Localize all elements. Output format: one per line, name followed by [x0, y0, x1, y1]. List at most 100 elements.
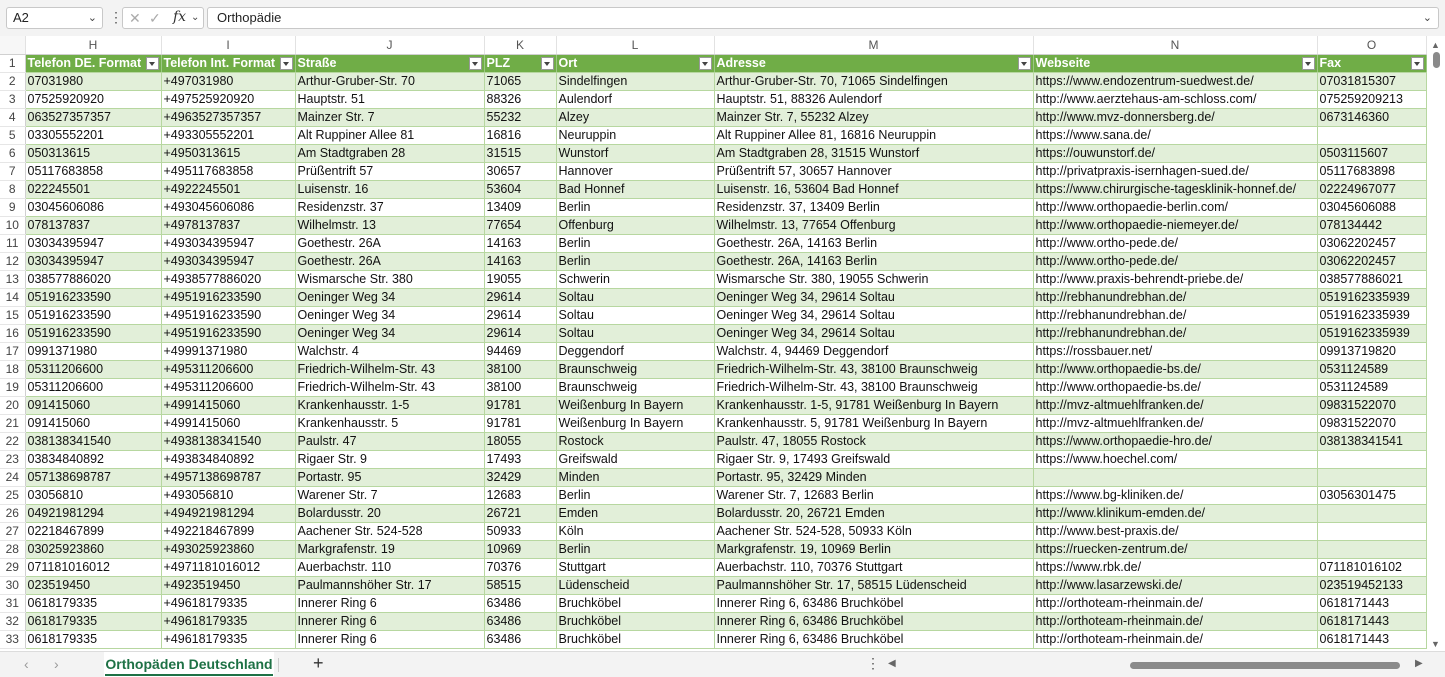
row-header[interactable]: 21	[0, 414, 26, 433]
row-header[interactable]: 19	[0, 378, 26, 397]
cell[interactable]: 03834840892	[25, 450, 162, 469]
cell[interactable]: 03062202457	[1317, 252, 1427, 271]
more-options-icon[interactable]: ⋮	[866, 655, 880, 672]
cell[interactable]: http://www.orthopaedie-bs.de/	[1033, 360, 1318, 379]
row-header[interactable]: 31	[0, 594, 26, 613]
cell[interactable]: Portastr. 95, 32429 Minden	[714, 468, 1034, 487]
cell[interactable]: 078137837	[25, 216, 162, 235]
cell[interactable]: 38100	[484, 360, 557, 379]
cell[interactable]: 58515	[484, 576, 557, 595]
cell[interactable]: +4922245501	[161, 180, 296, 199]
cell[interactable]: +49618179335	[161, 630, 296, 649]
cell[interactable]: 09913719820	[1317, 342, 1427, 361]
cell[interactable]: 0531124589	[1317, 360, 1427, 379]
cell[interactable]: +495311206600	[161, 360, 296, 379]
cell[interactable]: http://rebhanundrebhan.de/	[1033, 324, 1318, 343]
cell[interactable]: +493034395947	[161, 252, 296, 271]
cell[interactable]: 03045606086	[25, 198, 162, 217]
cell[interactable]: Innerer Ring 6	[295, 612, 485, 631]
filter-dropdown-icon[interactable]	[1301, 56, 1315, 70]
cell[interactable]: +493305552201	[161, 126, 296, 145]
cell[interactable]: 29614	[484, 324, 557, 343]
cell[interactable]: Friedrich-Wilhelm-Str. 43	[295, 378, 485, 397]
column-title-cell[interactable]: Ort	[556, 54, 715, 73]
cell[interactable]: Oeninger Weg 34	[295, 324, 485, 343]
cell[interactable]: 091415060	[25, 414, 162, 433]
cell[interactable]: 0618171443	[1317, 630, 1427, 649]
cell[interactable]: Am Stadtgraben 28, 31515 Wunstorf	[714, 144, 1034, 163]
row-header[interactable]: 22	[0, 432, 26, 451]
cell[interactable]: 88326	[484, 90, 557, 109]
cell[interactable]: +4938138341540	[161, 432, 296, 451]
cell[interactable]: http://www.best-praxis.de/	[1033, 522, 1318, 541]
cell[interactable]: 03305552201	[25, 126, 162, 145]
cell[interactable]: +4938577886020	[161, 270, 296, 289]
cell[interactable]: 94469	[484, 342, 557, 361]
cell[interactable]: +4951916233590	[161, 324, 296, 343]
cell[interactable]: 03056810	[25, 486, 162, 505]
cell[interactable]: https://www.sana.de/	[1033, 126, 1318, 145]
filter-dropdown-icon[interactable]	[145, 56, 159, 70]
row-header[interactable]: 18	[0, 360, 26, 379]
cell[interactable]: Krankenhausstr. 1-5	[295, 396, 485, 415]
cell[interactable]: Oeninger Weg 34, 29614 Soltau	[714, 324, 1034, 343]
cell[interactable]: 051916233590	[25, 306, 162, 325]
row-header[interactable]: 14	[0, 288, 26, 307]
vertical-scroll-thumb[interactable]	[1433, 52, 1440, 68]
cell[interactable]: 05117683858	[25, 162, 162, 181]
cell[interactable]: Aulendorf	[556, 90, 715, 109]
row-header[interactable]: 17	[0, 342, 26, 361]
cell[interactable]	[1317, 126, 1427, 145]
cell[interactable]: Köln	[556, 522, 715, 541]
cell[interactable]: 12683	[484, 486, 557, 505]
cell[interactable]: 09831522070	[1317, 414, 1427, 433]
cell[interactable]: http://www.lasarzewski.de/	[1033, 576, 1318, 595]
cell[interactable]: Weißenburg In Bayern	[556, 414, 715, 433]
cell[interactable]: 03062202457	[1317, 234, 1427, 253]
cell[interactable]: http://orthoteam-rheinmain.de/	[1033, 630, 1318, 649]
cell[interactable]: https://www.orthopaedie-hro.de/	[1033, 432, 1318, 451]
cell[interactable]: Mainzer Str. 7, 55232 Alzey	[714, 108, 1034, 127]
cell[interactable]: Bruchköbel	[556, 612, 715, 631]
cell[interactable]: Aachener Str. 524-528	[295, 522, 485, 541]
sheet-tab[interactable]: Orthopäden Deutschland	[104, 652, 274, 677]
cell[interactable]: Auerbachstr. 110, 70376 Stuttgart	[714, 558, 1034, 577]
cell[interactable]: http://mvz-altmuehlfranken.de/	[1033, 414, 1318, 433]
cell[interactable]: Goethestr. 26A, 14163 Berlin	[714, 252, 1034, 271]
cell[interactable]: https://www.hoechel.com/	[1033, 450, 1318, 469]
column-header[interactable]: H	[25, 36, 162, 55]
cell[interactable]: http://orthoteam-rheinmain.de/	[1033, 612, 1318, 631]
cell[interactable]: http://www.orthopaedie-niemeyer.de/	[1033, 216, 1318, 235]
cell[interactable]: 50933	[484, 522, 557, 541]
cell[interactable]: 057138698787	[25, 468, 162, 487]
cell[interactable]: 038138341540	[25, 432, 162, 451]
cell[interactable]: http://www.ortho-pede.de/	[1033, 252, 1318, 271]
cell[interactable]: 02218467899	[25, 522, 162, 541]
cell[interactable]: Alt Ruppiner Allee 81, 16816 Neuruppin	[714, 126, 1034, 145]
cell[interactable]: 07525920920	[25, 90, 162, 109]
cell[interactable]: Innerer Ring 6	[295, 630, 485, 649]
cell[interactable]: 051916233590	[25, 324, 162, 343]
cell[interactable]: http://orthoteam-rheinmain.de/	[1033, 594, 1318, 613]
cell[interactable]: http://www.klinikum-emden.de/	[1033, 504, 1318, 523]
cell[interactable]: +4991415060	[161, 396, 296, 415]
cell[interactable]: 70376	[484, 558, 557, 577]
row-header[interactable]: 8	[0, 180, 26, 199]
cell[interactable]: +494921981294	[161, 504, 296, 523]
cell[interactable]: Goethestr. 26A, 14163 Berlin	[714, 234, 1034, 253]
horizontal-scroll-thumb[interactable]	[1130, 662, 1400, 669]
cell[interactable]: Prüßentrift 57, 30657 Hannover	[714, 162, 1034, 181]
cell[interactable]: Auerbachstr. 110	[295, 558, 485, 577]
cell[interactable]: https://www.endozentrum-suedwest.de/	[1033, 72, 1318, 91]
cell[interactable]: 0618179335	[25, 630, 162, 649]
cell[interactable]: 050313615	[25, 144, 162, 163]
row-header[interactable]: 2	[0, 72, 26, 91]
cell[interactable]: Bolardusstr. 20, 26721 Emden	[714, 504, 1034, 523]
cell[interactable]: +493834840892	[161, 450, 296, 469]
cell[interactable]: Alt Ruppiner Allee 81	[295, 126, 485, 145]
cell[interactable]: 17493	[484, 450, 557, 469]
cell[interactable]: +4978137837	[161, 216, 296, 235]
cell[interactable]: 0673146360	[1317, 108, 1427, 127]
cell[interactable]: Rostock	[556, 432, 715, 451]
cell[interactable]: 03056301475	[1317, 486, 1427, 505]
